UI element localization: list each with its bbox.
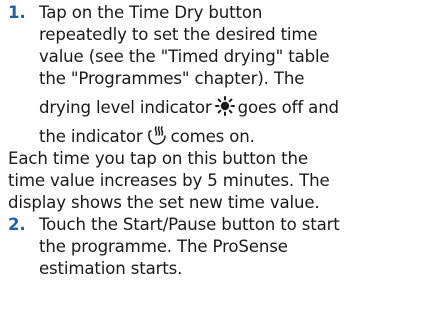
- step-text-line: repeatedly to set the desired time: [39, 25, 318, 44]
- step-text-line: the "Programmes" chapter). The: [39, 69, 305, 88]
- paragraph-line: time value increases by 5 minutes. The: [8, 171, 330, 190]
- step-text-fragment: drying level indicator: [39, 98, 212, 117]
- drying-level-sun-icon: [214, 96, 235, 122]
- step-text-line: value (see the "Timed drying" table: [39, 47, 330, 66]
- step-text-fragment: goes off and: [237, 98, 340, 117]
- step-text-line: estimation starts.: [39, 259, 183, 278]
- step-text-line-with-icon: the indicator comes on.: [39, 125, 255, 147]
- step-text-line: Tap on the Time Dry button: [39, 3, 263, 22]
- step-text-line: Touch the Start/Pause button to start: [39, 215, 340, 234]
- step-text-line: the programme. The ProSense: [39, 237, 288, 256]
- paragraph-line: Each time you tap on this button the: [8, 149, 308, 168]
- step-text-fragment: comes on.: [170, 127, 255, 146]
- step-text-line-with-icon: drying level indicator goes off and: [39, 96, 339, 118]
- step-number: 2.: [8, 215, 26, 234]
- paragraph-line: display shows the set new time value.: [8, 193, 320, 212]
- step-text-fragment: the indicator: [39, 127, 143, 146]
- step-number: 1.: [8, 3, 26, 22]
